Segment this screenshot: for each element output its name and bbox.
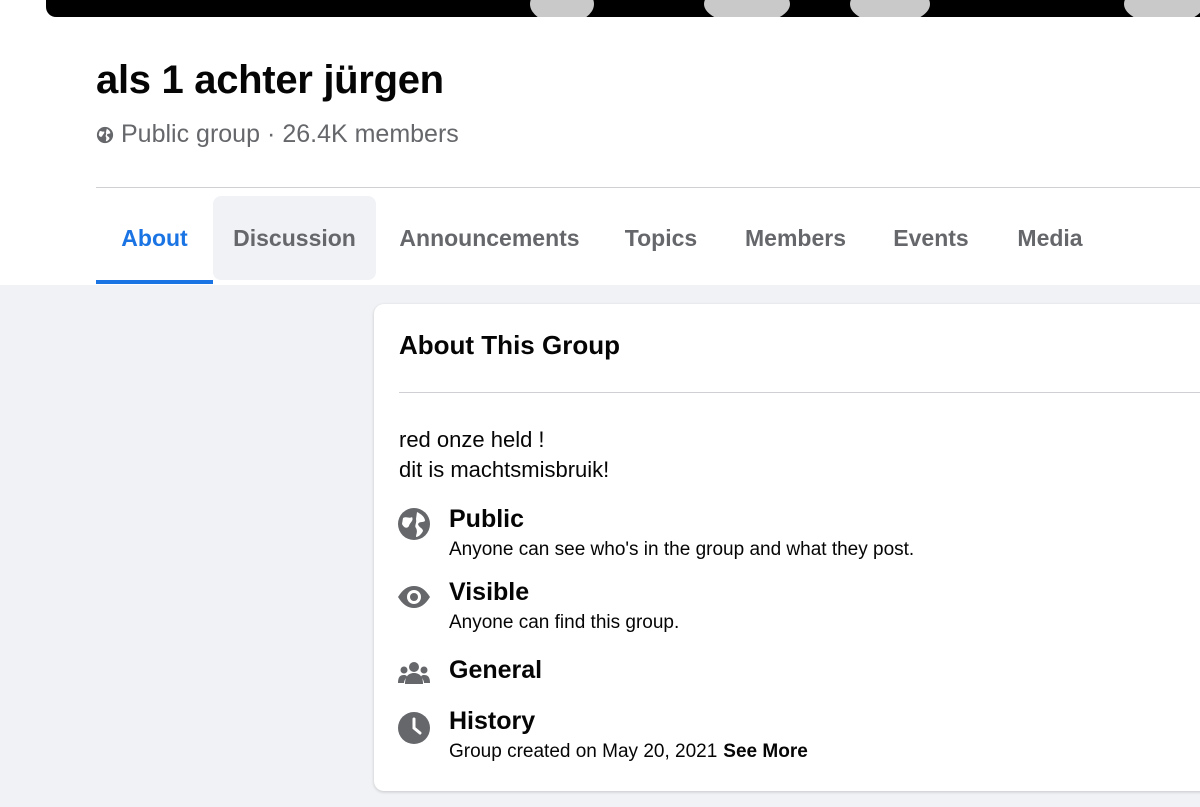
tab-members[interactable]: Members xyxy=(719,196,872,280)
info-subtitle: Anyone can see who's in the group and wh… xyxy=(449,539,915,560)
info-title: Visible xyxy=(449,578,530,606)
group-meta: Public group · 26.4K members xyxy=(96,120,459,149)
about-card: About This Group red onze held ! dit is … xyxy=(374,304,1200,791)
member-count[interactable]: 26.4K members xyxy=(282,120,458,149)
tab-announcements[interactable]: Announcements xyxy=(376,196,603,280)
globe-icon xyxy=(96,126,114,143)
clock-icon xyxy=(398,712,430,744)
tab-events[interactable]: Events xyxy=(872,196,990,280)
info-title: General xyxy=(449,656,543,684)
see-more-link[interactable]: See More xyxy=(723,741,807,762)
card-divider xyxy=(399,392,1200,393)
people-icon xyxy=(398,662,430,684)
description-line: red onze held ! xyxy=(399,427,545,452)
tab-media[interactable]: Media xyxy=(990,196,1110,280)
tab-discussion[interactable]: Discussion xyxy=(213,196,376,280)
tab-topics[interactable]: Topics xyxy=(603,196,719,280)
info-title: Public xyxy=(449,505,525,533)
group-description: red onze held ! dit is machtsmisbruik! xyxy=(399,425,609,485)
info-subtitle: Anyone can find this group. xyxy=(449,612,680,633)
group-header: als 1 achter jürgen Public group · 26.4K… xyxy=(0,0,1200,285)
group-tabs: About Discussion Announcements Topics Me… xyxy=(96,196,1110,284)
info-subtitle: Group created on May 20, 2021 See More xyxy=(449,741,808,763)
description-line: dit is machtsmisbruik! xyxy=(399,457,610,482)
globe-icon xyxy=(398,508,430,540)
cover-photo[interactable] xyxy=(46,0,1200,17)
about-title: About This Group xyxy=(399,330,620,360)
eye-icon xyxy=(398,586,430,608)
info-title: History xyxy=(449,707,536,735)
privacy-label[interactable]: Public group xyxy=(121,120,260,149)
meta-separator: · xyxy=(266,120,276,148)
group-name: als 1 achter jürgen xyxy=(96,58,444,102)
header-divider xyxy=(96,187,1200,188)
created-date: Group created on May 20, 2021 xyxy=(449,741,718,762)
tab-about[interactable]: About xyxy=(96,196,213,284)
